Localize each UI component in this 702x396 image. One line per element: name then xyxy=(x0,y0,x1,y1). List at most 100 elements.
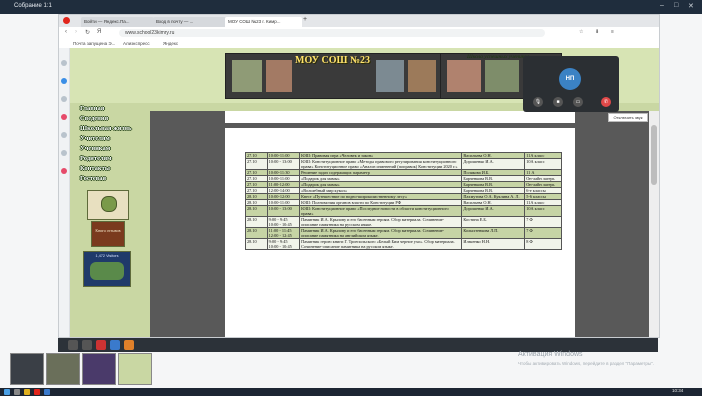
table-cell-resp: Колыхтенкова Л.П. xyxy=(461,227,526,239)
maximize-icon[interactable]: □ xyxy=(674,2,678,9)
windows-activation-title: Активация Windows xyxy=(518,351,583,358)
minimize-icon[interactable]: – xyxy=(660,2,664,9)
browser-side-panel xyxy=(59,48,70,337)
close-icon[interactable]: ✕ xyxy=(688,2,694,10)
camera-icon[interactable]: ■ xyxy=(553,97,563,107)
menu-item-parents[interactable]: Родителям xyxy=(80,155,112,163)
side-panel-item-icon[interactable] xyxy=(61,60,67,66)
header-photo xyxy=(485,60,519,92)
side-panel-item-icon[interactable] xyxy=(61,96,67,102)
hangup-button[interactable]: ✆ xyxy=(601,97,611,107)
table-cell-cls: 10А класс xyxy=(524,158,562,170)
menu-item-teachers[interactable]: Учителям xyxy=(80,135,110,143)
bookmark-mail[interactable]: Почта запущена Э... xyxy=(73,41,115,46)
table-cell-resp: Костина Е.Б. xyxy=(461,216,526,228)
menu-item-contacts[interactable]: Контакты xyxy=(80,165,110,173)
screen-share-icon[interactable]: ▭ xyxy=(573,97,583,107)
reload-icon[interactable]: ↻ xyxy=(85,29,90,36)
menu-item-guestbook[interactable]: Гостевая xyxy=(80,175,106,183)
previous-page-edge xyxy=(225,111,575,123)
table-cell-time: 10:00 - 13:00 xyxy=(266,158,301,170)
meeting-app-icon[interactable] xyxy=(44,389,50,395)
table-cell-cls: 8 Ф xyxy=(524,238,562,250)
menu-item-students[interactable]: Ученикам xyxy=(80,145,110,153)
menu-item-info[interactable]: Сведения xyxy=(80,115,108,123)
side-panel-item-icon[interactable] xyxy=(61,150,67,156)
visitor-count: 1,472 Visitors xyxy=(95,254,119,258)
url-input[interactable]: www.school23kimry.ru xyxy=(119,29,545,37)
table-cell-resp: Пахмутова О.А. Куклина А. Л. xyxy=(461,193,526,200)
table-cell-cls: 7 Ф xyxy=(524,216,562,228)
yandex-icon[interactable]: Я xyxy=(97,29,101,35)
table-cell-date: 28.10 xyxy=(245,227,268,239)
table-cell-date: 28.10 xyxy=(245,216,268,228)
table-cell-resp: Ильченко Н.Н. xyxy=(461,238,526,250)
table-row: 28.10 9:00 - 9:45 10:00 - 10:45 Памятник И… xyxy=(245,216,562,228)
downloads-icon[interactable]: ⬇ xyxy=(595,29,599,35)
table-row: 28.10 11:00 - 11:45 12:00 - 12:45 Памятник… xyxy=(245,227,562,239)
tab-school-site[interactable]: МОУ СОШ №23 г. Кимр... xyxy=(225,17,302,27)
header-photo xyxy=(266,60,292,92)
hangup-tooltip: Отключить звук xyxy=(608,113,648,122)
table-cell-time: 9:00 - 9:45 10:00 - 10:45 xyxy=(266,216,301,228)
browser-icon[interactable] xyxy=(34,389,40,395)
table-cell-time: 10:00 - 13:00 xyxy=(266,205,301,217)
table-cell-event: ЮШ: Конституционное право «Последние нов… xyxy=(299,205,463,217)
bookmark-yandex[interactable]: Яндекс xyxy=(163,41,178,46)
table-cell-date: 28.10 xyxy=(245,205,268,217)
menu-item-home[interactable]: Главная xyxy=(80,105,104,113)
emblem-icon xyxy=(101,196,117,212)
app-titlebar: Собрание 1:1 – □ ✕ xyxy=(0,0,702,14)
meeting-toolbar xyxy=(58,338,658,352)
school-emblem[interactable] xyxy=(87,190,129,220)
explorer-icon[interactable] xyxy=(24,389,30,395)
menu-icon[interactable]: ≡ xyxy=(611,29,614,35)
guestbook-box[interactable]: Книга отзывов xyxy=(91,221,125,247)
table-cell-event: Памятник И.А. Крылову и его басенным гер… xyxy=(299,227,463,239)
document-viewer: 27.10 10:00-11:00 ЮШ: Правовая игра «Челов… xyxy=(150,111,659,337)
search-icon[interactable] xyxy=(14,389,20,395)
participant-thumbnail[interactable] xyxy=(46,353,80,385)
side-panel-item-icon[interactable] xyxy=(61,132,67,138)
browser-logo-icon xyxy=(63,17,70,24)
scrollbar-thumb[interactable] xyxy=(651,125,657,185)
tab-mail[interactable]: Вход в почту — ... xyxy=(153,17,226,27)
forward-icon[interactable]: › xyxy=(75,29,77,35)
table-cell-cls: 7 Ф xyxy=(524,227,562,239)
table-row: 28.10 10:00 - 13:00 ЮШ: Конституционное пр… xyxy=(245,205,562,217)
new-tab-button[interactable]: + xyxy=(303,16,307,23)
table-cell-cls: 10А класс xyxy=(524,205,562,217)
side-panel-item-icon[interactable] xyxy=(61,78,67,84)
table-row: 28.10 9:00 - 9:45 10:00 - 10:45 Памятник г… xyxy=(245,238,562,250)
guestbook-box-label: Книга отзывов xyxy=(95,228,121,233)
app-title: Собрание 1:1 xyxy=(14,3,52,9)
visitor-map-widget[interactable]: 1,472 Visitors xyxy=(83,251,131,287)
participant-thumbnail[interactable] xyxy=(118,353,152,385)
mic-icon[interactable]: 🎙 xyxy=(533,97,543,107)
menu-item-school-life[interactable]: Школьная жизнь xyxy=(80,125,131,133)
windows-taskbar xyxy=(0,388,702,396)
tab-yandex-passport[interactable]: Войти — Яндекс.Па... xyxy=(81,17,154,27)
participant-thumbnail[interactable] xyxy=(10,353,44,385)
side-panel-item-icon[interactable] xyxy=(61,114,67,120)
chat-icon[interactable] xyxy=(68,340,78,350)
table-cell-resp: Дорошенко И.А. xyxy=(461,205,526,217)
header-photo xyxy=(376,60,404,92)
share-icon[interactable] xyxy=(110,340,120,350)
bookmark-star-icon[interactable]: ☆ xyxy=(579,29,583,35)
reactions-icon[interactable] xyxy=(124,340,134,350)
start-icon[interactable] xyxy=(4,389,10,395)
back-icon[interactable]: ‹ xyxy=(65,29,67,35)
bookmark-aliexpress[interactable]: Алиэкспресс xyxy=(123,41,150,46)
windows-activation-text: Чтобы активировать Windows, перейдите в … xyxy=(518,361,654,366)
tab-bar: Войти — Яндекс.Па... Вход в почту — ... … xyxy=(59,15,659,27)
participant-thumbnail[interactable] xyxy=(82,353,116,385)
participants-icon[interactable] xyxy=(82,340,92,350)
side-panel-item-icon[interactable] xyxy=(61,168,67,174)
record-icon[interactable] xyxy=(96,340,106,350)
table-cell-date: 28.10 xyxy=(245,238,268,250)
header-photo xyxy=(408,60,436,92)
site-motto: Школа успешных учеников xyxy=(467,54,530,60)
table-cell-event: Памятник И.А. Крылову и его басенным гер… xyxy=(299,216,463,228)
world-map-icon xyxy=(90,262,124,280)
